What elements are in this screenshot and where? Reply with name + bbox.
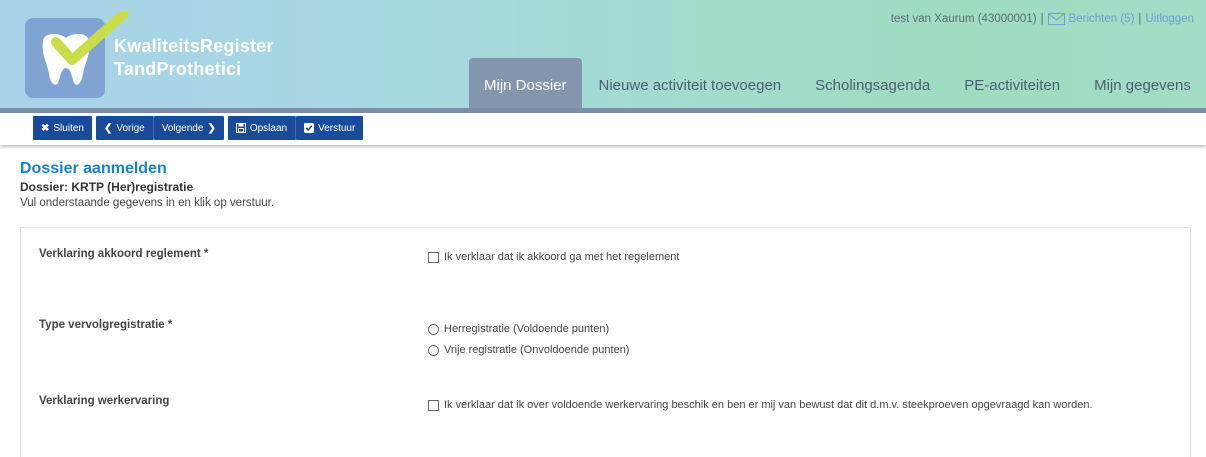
chevron-right-icon: ❯ <box>207 122 216 134</box>
action-group: Opslaan Verstuur <box>227 116 364 140</box>
logo[interactable]: KwaliteitsRegister TandProthetici <box>25 12 285 102</box>
logout-link[interactable]: Uitloggen <box>1145 13 1194 25</box>
close-button[interactable]: ✖ Sluiten <box>33 116 92 140</box>
dossier-label: Dossier: <box>20 180 69 194</box>
next-label: Volgende <box>161 122 204 134</box>
brand-line2: TandProthetici <box>114 59 242 79</box>
dossier-subtitle: Dossier: KRTP (Her)registratie <box>20 180 193 194</box>
floppy-icon <box>235 123 246 133</box>
prev-button[interactable]: ❮ Vorige <box>95 116 154 140</box>
mail-icon[interactable] <box>1047 13 1065 25</box>
nav-my-dossier[interactable]: Mijn Dossier <box>469 58 582 108</box>
brand-line1: KwaliteitsRegister <box>114 36 274 56</box>
separator: | <box>1138 13 1142 25</box>
free-registration-option-label: Vrije registratie (Onvoldoende punten) <box>444 344 630 356</box>
nav-training-agenda[interactable]: Scholingsagenda <box>798 58 947 108</box>
site-header: KwaliteitsRegister TandProthetici test v… <box>0 0 1206 108</box>
save-label: Opslaan <box>249 122 288 134</box>
instructions-text: Vul onderstaande gegevens in en klik op … <box>20 197 275 209</box>
close-label: Sluiten <box>53 122 84 134</box>
form-panel: Verklaring akkoord reglement * Ik verkla… <box>20 227 1191 457</box>
close-icon: ✖ <box>41 122 50 134</box>
send-label: Verstuur <box>318 122 356 134</box>
page-title: Dossier aanmelden <box>20 160 167 177</box>
regulation-option-label: Ik verklaar dat ik akkoord ga met het re… <box>444 251 680 263</box>
nav-new-activity[interactable]: Nieuwe activiteit toevoegen <box>582 58 799 108</box>
dossier-value: KRTP (Her)registratie <box>71 180 194 194</box>
reregistration-radio-field[interactable]: Herregistratie (Voldoende punten) <box>428 323 609 335</box>
prev-label: Vorige <box>116 122 145 134</box>
send-button[interactable]: Verstuur <box>296 116 364 140</box>
main-nav: Mijn Dossier Nieuwe activiteit toevoegen… <box>469 58 1206 108</box>
nav-my-details[interactable]: Mijn gegevens <box>1077 58 1206 108</box>
save-button[interactable]: Opslaan <box>227 116 297 140</box>
experience-checkbox-field[interactable]: Ik verklaar dat ik over voldoende werker… <box>428 399 1093 411</box>
pager-group: ❮ Vorige Volgende ❯ <box>95 116 224 140</box>
next-button[interactable]: Volgende ❯ <box>153 116 224 140</box>
reregistration-radio[interactable] <box>428 323 439 335</box>
nav-pe-activities[interactable]: PE-activiteiten <box>947 58 1077 108</box>
user-bar: test van Xaurum (43000001) | Berichten (… <box>891 13 1194 25</box>
check-square-icon <box>304 123 315 133</box>
reregistration-option-label: Herregistratie (Voldoende punten) <box>444 323 610 335</box>
messages-link[interactable]: Berichten (5) <box>1069 13 1135 25</box>
experience-label: Verklaring werkervaring <box>39 395 170 407</box>
regulation-checkbox-field[interactable]: Ik verklaar dat ik akkoord ga met het re… <box>428 251 679 263</box>
user-name: test van Xaurum (43000001) <box>890 13 1037 25</box>
separator: | <box>1040 13 1044 25</box>
toolbar: ✖ Sluiten ❮ Vorige Volgende ❯ Opslaan Ve… <box>0 113 1206 145</box>
regulation-checkbox[interactable] <box>428 251 439 263</box>
regulation-label: Verklaring akkoord reglement * <box>39 248 209 260</box>
free-registration-radio-field[interactable]: Vrije registratie (Onvoldoende punten) <box>428 344 629 356</box>
free-registration-radio[interactable] <box>428 344 439 356</box>
experience-option-label: Ik verklaar dat ik over voldoende werker… <box>444 399 1093 411</box>
experience-checkbox[interactable] <box>428 399 439 411</box>
followup-label: Type vervolgregistratie * <box>39 319 173 331</box>
chevron-left-icon: ❮ <box>103 122 113 134</box>
